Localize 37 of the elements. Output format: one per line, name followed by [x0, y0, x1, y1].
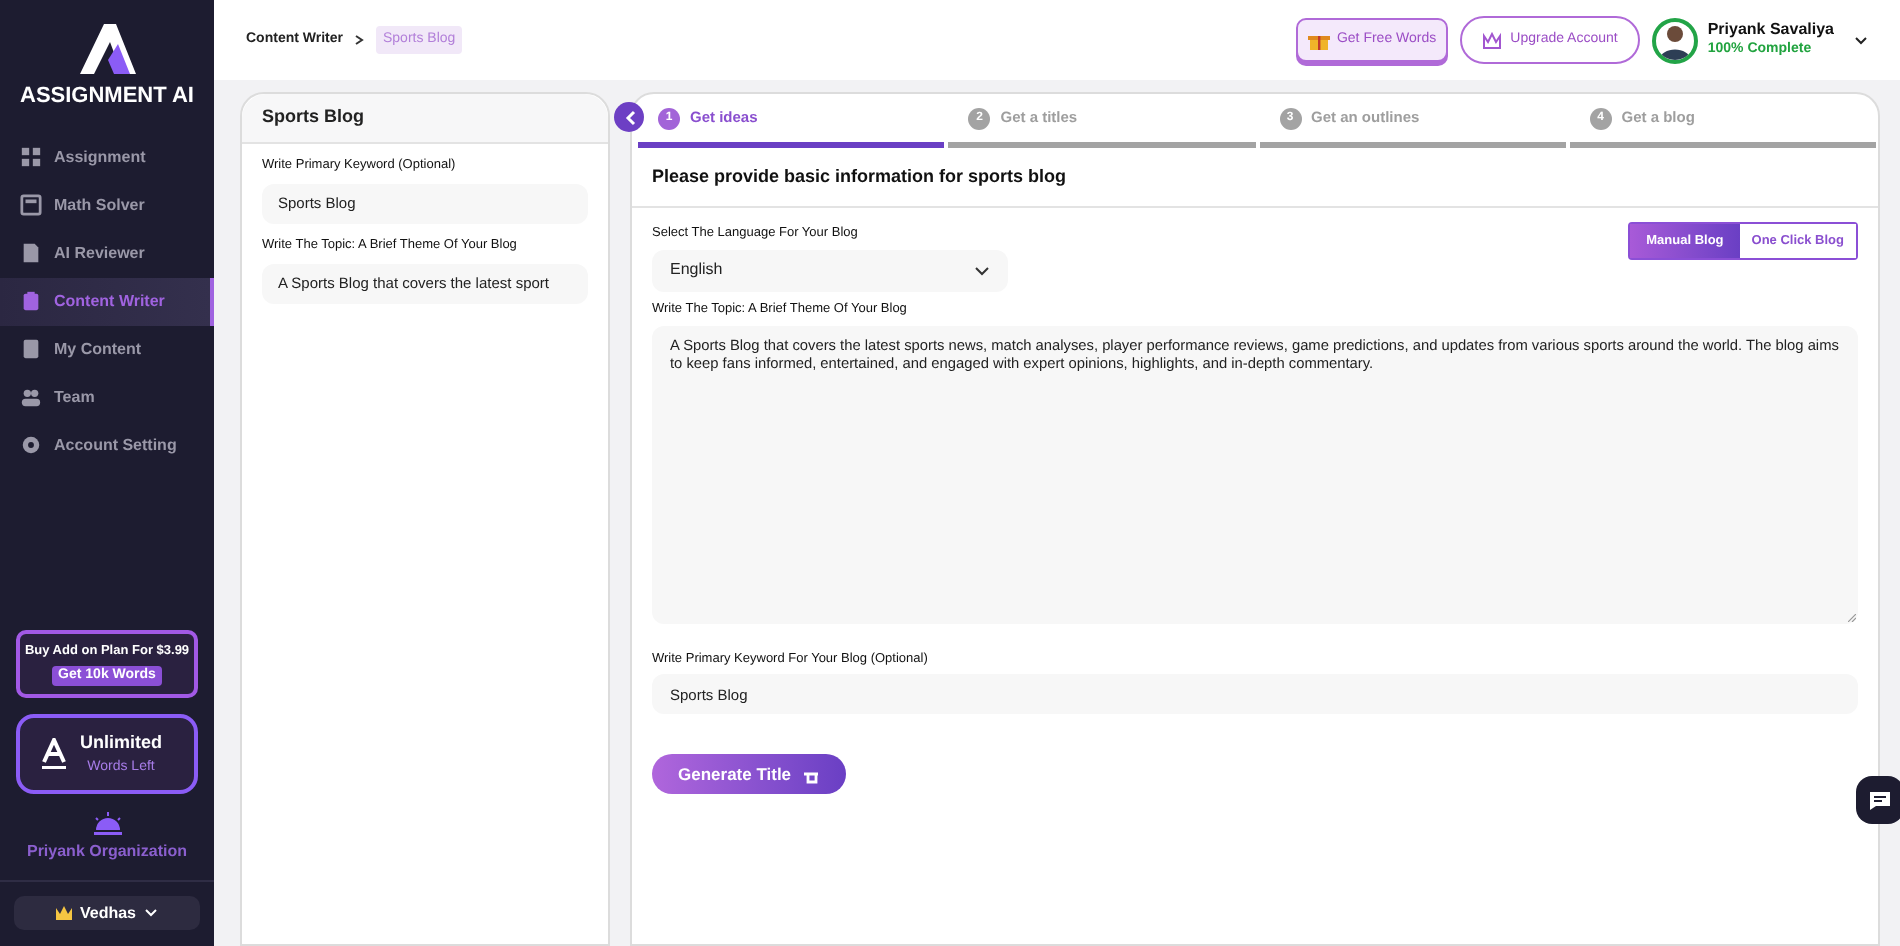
chevron-right-icon [354, 34, 365, 46]
settings-icon [20, 434, 42, 456]
nav-item[interactable]: Team [0, 373, 214, 421]
people-icon [20, 386, 42, 408]
resize-handle-icon [1848, 613, 1856, 621]
form-heading: Please provide basic information for sports blog [652, 163, 1067, 190]
book-icon [20, 338, 42, 360]
crown-icon [55, 906, 72, 920]
nav-item[interactable]: AI Reviewer [0, 229, 214, 277]
workspace-dropdown[interactable]: Vedhas [14, 896, 200, 930]
words-value: Unlimited [80, 730, 163, 756]
nav-item[interactable]: Content Writer [0, 277, 214, 325]
avatar[interactable] [1651, 17, 1698, 63]
chevron-down-icon [144, 908, 158, 918]
chevron-down-icon [974, 265, 990, 276]
calculator-icon [20, 194, 42, 216]
chat-icon [1868, 789, 1892, 811]
chevron-left-icon [623, 109, 635, 125]
document-icon [20, 242, 42, 264]
summary-title: Sports Blog [262, 104, 364, 131]
sunrise-icon [91, 812, 123, 836]
nav-item[interactable]: Account Setting [0, 421, 214, 469]
letter-a-icon [40, 738, 68, 770]
clipboard-icon [20, 290, 42, 312]
user-name: Priyank Savaliya [1707, 20, 1834, 40]
language-select[interactable]: English [652, 249, 1008, 292]
crown-icon [1482, 31, 1503, 49]
generate-title-button[interactable]: Generate Title [652, 754, 846, 795]
organization-name: Priyank Organization [26, 840, 188, 864]
brand-name: ASSIGNMENT AI [20, 82, 194, 112]
grid-icon [20, 146, 42, 168]
nav-item[interactable]: My Content [0, 325, 214, 373]
chat-button[interactable] [1856, 776, 1900, 824]
collapse-button[interactable] [614, 102, 644, 132]
nav-item[interactable]: Math Solver [0, 181, 214, 229]
chevron-down-icon[interactable] [1854, 35, 1868, 45]
nav-item[interactable]: Assignment [0, 133, 214, 181]
